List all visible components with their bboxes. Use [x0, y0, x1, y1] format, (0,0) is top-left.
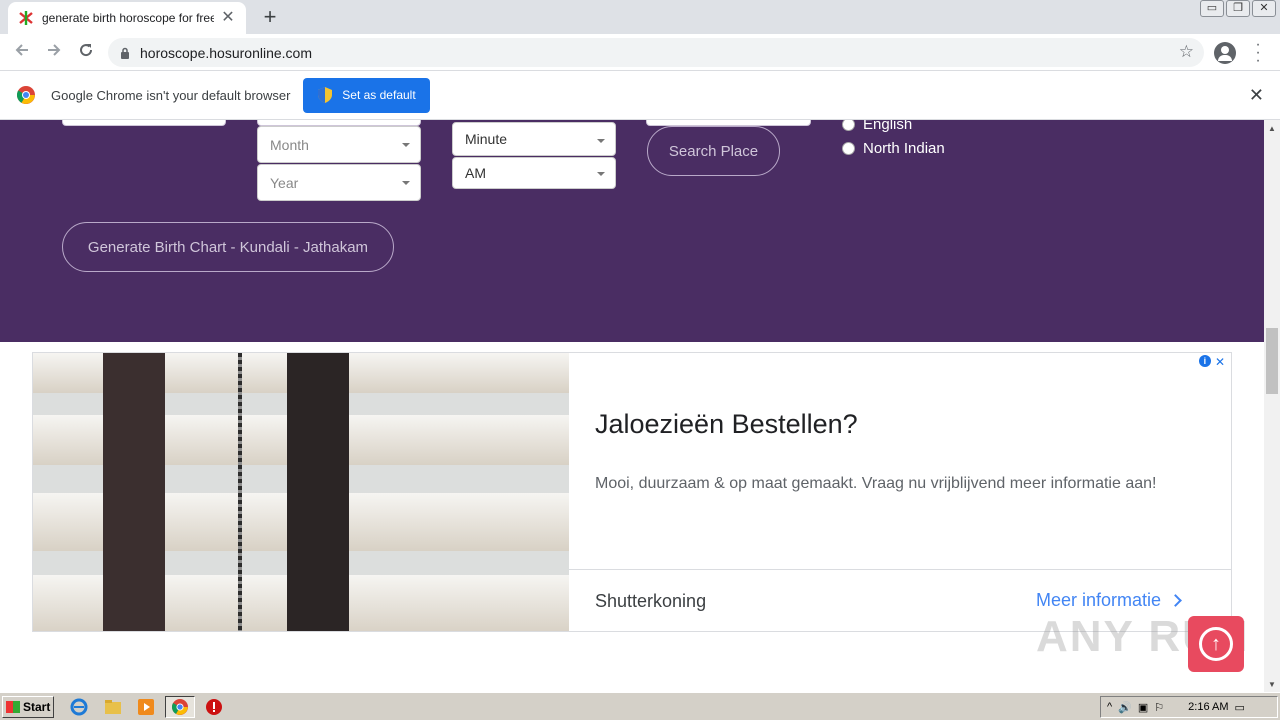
show-desktop-icon[interactable]: ▭ — [1235, 701, 1245, 714]
start-label: Start — [23, 700, 51, 714]
search-place-button[interactable]: Search Place — [647, 126, 780, 176]
tray-expand-icon[interactable]: ^ — [1107, 701, 1112, 713]
chevron-down-icon — [597, 139, 605, 143]
scrollbar-thumb[interactable] — [1266, 328, 1278, 394]
radio-icon[interactable] — [842, 142, 855, 155]
ad-close-icon[interactable]: ✕ — [1215, 355, 1225, 369]
name-input[interactable] — [62, 120, 226, 126]
display-ad[interactable]: i ✕ Jaloezieën Bestellen? Mooi, duurzaam… — [32, 352, 1232, 632]
address-bar[interactable]: horoscope.hosuronline.com ☆ — [108, 38, 1204, 67]
arrow-up-icon: ↑ — [1199, 627, 1233, 661]
url-text: horoscope.hosuronline.com — [140, 44, 312, 61]
year-select[interactable]: Year — [257, 164, 421, 201]
month-placeholder: Month — [270, 136, 309, 153]
uac-shield-icon — [318, 87, 333, 103]
chart-style-north-indian[interactable]: North Indian — [842, 140, 945, 157]
scroll-to-top-button[interactable]: ↑ — [1188, 616, 1244, 672]
taskbar: Start ^ 🔊 ▣ ⚐ 2:16 AM ▭ — [0, 692, 1280, 720]
ad-cta-label: Meer informatie — [1036, 590, 1162, 610]
set-as-default-label: Set as default — [342, 88, 416, 102]
scroll-up-icon[interactable]: ▲ — [1268, 124, 1276, 133]
media-player-icon[interactable] — [137, 698, 155, 716]
page-scrollbar[interactable]: ▲ ▼ — [1264, 120, 1280, 692]
ampm-select[interactable]: AM — [452, 157, 616, 189]
tab-close-icon[interactable]: ✕ — [220, 10, 236, 26]
windows-logo-icon — [6, 701, 20, 713]
minimize-button[interactable]: ▭ — [1200, 0, 1224, 17]
chrome-menu-icon[interactable]: · · · — [1250, 37, 1266, 69]
tab-strip: generate birth horoscope for free, g ✕ +… — [0, 0, 1280, 34]
default-browser-infobar: Google Chrome isn't your default browser… — [0, 71, 1280, 120]
minute-value: Minute — [465, 131, 508, 147]
search-place-label: Search Place — [668, 142, 759, 160]
chevron-right-icon — [1169, 594, 1182, 607]
radio-icon[interactable] — [842, 120, 855, 131]
back-icon[interactable] — [10, 40, 34, 64]
stop-sign-icon[interactable] — [205, 698, 223, 716]
action-center-flag-icon[interactable]: ⚐ — [1154, 701, 1164, 714]
folder-icon[interactable] — [104, 698, 122, 716]
window-close-button[interactable]: ✕ — [1252, 0, 1276, 17]
chart-style-english[interactable]: English — [842, 120, 912, 133]
set-as-default-button[interactable]: Set as default — [303, 77, 431, 113]
radio-label-north-indian: North Indian — [863, 140, 945, 157]
chevron-down-icon — [597, 172, 605, 176]
birth-details-form: Month Year Minute AM Search Place Englis… — [0, 120, 1264, 342]
system-tray: ^ 🔊 ▣ ⚐ 2:16 AM ▭ — [1100, 696, 1278, 718]
minute-select[interactable]: Minute — [452, 122, 616, 156]
volume-icon[interactable]: 🔊 — [1118, 701, 1132, 714]
browser-toolbar: horoscope.hosuronline.com ☆ · · · — [0, 34, 1280, 71]
scroll-down-icon[interactable]: ▼ — [1268, 680, 1276, 689]
ad-choices[interactable]: i ✕ — [1198, 355, 1225, 369]
ad-advertiser: Shutterkoning — [595, 591, 707, 611]
month-select[interactable]: Month — [257, 126, 421, 163]
ad-cta-link[interactable]: Meer informatie — [1036, 590, 1182, 611]
ad-image[interactable] — [33, 353, 569, 631]
internet-explorer-icon[interactable] — [70, 698, 88, 716]
infobar-message: Google Chrome isn't your default browser — [51, 87, 291, 103]
restore-button[interactable]: ❐ — [1226, 0, 1250, 17]
reload-icon[interactable] — [74, 40, 98, 64]
ad-description: Mooi, duurzaam & op maat gemaakt. Vraag … — [595, 475, 1157, 492]
chrome-taskbar-button[interactable] — [165, 696, 195, 718]
forward-icon[interactable] — [42, 40, 66, 64]
site-favicon-icon — [19, 11, 33, 25]
ampm-value: AM — [465, 165, 486, 181]
page-viewport: Month Year Minute AM Search Place Englis… — [0, 120, 1264, 692]
ad-headline[interactable]: Jaloezieën Bestellen? — [595, 409, 858, 440]
start-button[interactable]: Start — [2, 696, 54, 718]
profile-avatar-icon[interactable] — [1214, 42, 1236, 64]
chrome-logo-icon — [17, 86, 35, 104]
generate-chart-button[interactable]: Generate Birth Chart - Kundali - Jathaka… — [62, 222, 394, 272]
new-tab-button[interactable]: + — [258, 5, 282, 29]
ad-divider — [569, 569, 1231, 570]
chrome-taskbar-icon — [172, 699, 188, 715]
clock[interactable]: 2:16 AM — [1188, 701, 1228, 713]
tab-title: generate birth horoscope for free, g — [42, 11, 214, 25]
network-icon[interactable]: ▣ — [1138, 701, 1148, 714]
bookmark-star-icon[interactable]: ☆ — [1179, 43, 1194, 61]
browser-tab[interactable]: generate birth horoscope for free, g ✕ — [8, 2, 246, 34]
infobar-close-icon[interactable]: ✕ — [1249, 86, 1264, 104]
chevron-down-icon — [402, 181, 410, 185]
chevron-down-icon — [402, 143, 410, 147]
radio-label-english: English — [863, 120, 913, 133]
generate-chart-label: Generate Birth Chart - Kundali - Jathaka… — [87, 238, 369, 256]
window-controls: ▭ ❐ ✕ — [1200, 0, 1276, 17]
year-placeholder: Year — [270, 174, 299, 191]
lock-icon — [121, 47, 129, 59]
ad-info-icon[interactable]: i — [1198, 355, 1211, 367]
